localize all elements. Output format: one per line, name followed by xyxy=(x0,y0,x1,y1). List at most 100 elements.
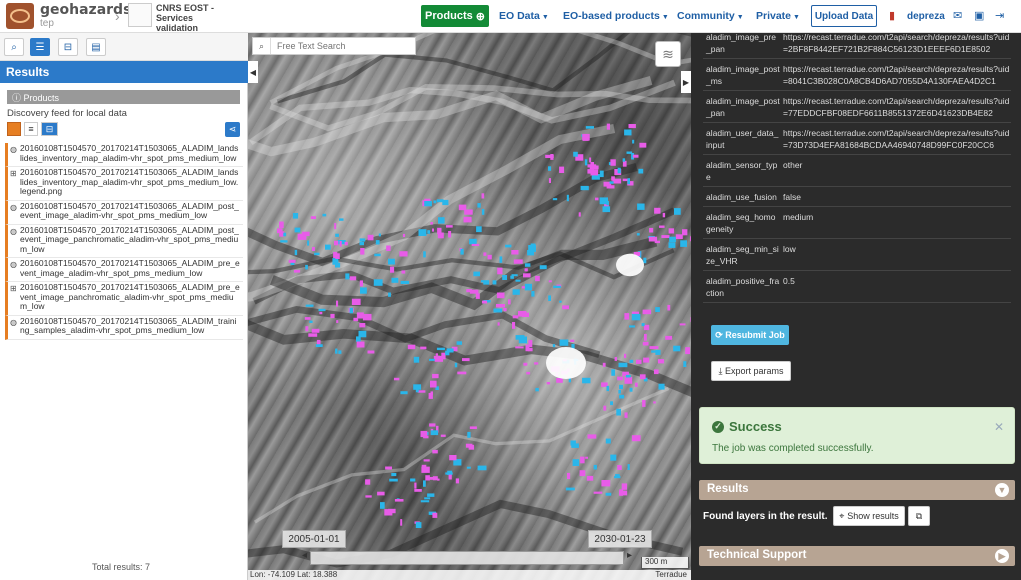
collapse-right-panel-icon[interactable]: ▶ xyxy=(681,71,691,93)
landslide-pixel xyxy=(429,423,436,427)
show-results-button[interactable]: ⌖ Show results xyxy=(833,506,905,526)
landslide-pixel xyxy=(483,280,490,285)
landslide-pixel xyxy=(669,236,676,242)
landslide-pixel xyxy=(315,344,323,347)
landslide-pixel xyxy=(435,353,438,356)
landslide-pixel xyxy=(294,227,301,233)
results-section-header[interactable]: Results ▼ xyxy=(699,480,1015,500)
landslide-pixel xyxy=(524,283,532,291)
globe-icon: ◍ xyxy=(10,317,17,327)
select-all-checkbox[interactable] xyxy=(7,122,21,136)
landslide-pixel xyxy=(638,168,644,174)
result-item[interactable]: ⊞ 20160108T1504570_20170214T1503065_ALADI… xyxy=(5,167,243,201)
layers-icon[interactable]: ≋ xyxy=(655,41,681,67)
result-item[interactable]: ⊞ 20160108T1504570_20170214T1503065_ALADI… xyxy=(5,282,243,316)
landslide-pixel xyxy=(621,483,628,490)
nav-eo-data[interactable]: EO Data ▼ xyxy=(499,10,549,22)
landslide-pixel xyxy=(610,454,617,461)
landslide-pixel xyxy=(334,240,339,246)
landslide-pixel xyxy=(503,308,507,311)
result-item[interactable]: ◍ 20160108T1504570_20170214T1503065_ALADI… xyxy=(5,258,243,282)
brand-logo[interactable] xyxy=(6,3,34,29)
landslide-pixel xyxy=(410,478,416,482)
result-item[interactable]: ◍ 20160108T1504570_20170214T1503065_ALADI… xyxy=(5,200,243,225)
community-name[interactable]: CNRS EOST - Services validation xyxy=(156,3,236,33)
nav-private[interactable]: Private ▼ xyxy=(756,10,800,22)
copy-icon[interactable]: ⧉ xyxy=(908,506,930,526)
landslide-pixel xyxy=(325,244,331,250)
landslide-pixel xyxy=(430,391,433,395)
landslide-pixel xyxy=(603,405,607,411)
resubmit-job-button[interactable]: ⟳ Resubmit Job xyxy=(711,325,789,345)
collapse-left-panel-icon[interactable]: ◀ xyxy=(248,61,258,83)
community-avatar[interactable] xyxy=(128,3,152,27)
upload-data-button[interactable]: Upload Data xyxy=(811,5,877,27)
landslide-pixel xyxy=(388,292,391,297)
archive-icon[interactable]: ▤ xyxy=(86,38,106,56)
landslide-pixel xyxy=(578,212,581,217)
nav-community[interactable]: Community ▼ xyxy=(677,10,744,22)
user-name[interactable]: depreza xyxy=(907,11,945,22)
list-view-icon[interactable]: ≡ xyxy=(24,122,38,136)
result-item[interactable]: ◍ 20160108T1504570_20170214T1503065_ALADI… xyxy=(5,315,243,340)
add-to-basket-icon[interactable]: ⊟ xyxy=(41,122,58,136)
landslide-pixel xyxy=(523,273,531,278)
map-attribution[interactable]: Terradue xyxy=(655,570,687,580)
export-params-button[interactable]: ⤓ Export params xyxy=(711,361,791,381)
date-end[interactable]: 2030-01-23 xyxy=(588,530,652,548)
landslide-pixel xyxy=(319,311,323,315)
landslide-pixel xyxy=(469,238,477,245)
envelope-icon[interactable]: ✉ xyxy=(953,9,962,22)
landslide-pixel xyxy=(632,154,639,158)
technical-support-header[interactable]: Technical Support ▶ xyxy=(699,546,1015,566)
landslide-pixel xyxy=(619,394,625,399)
close-icon[interactable]: ✕ xyxy=(994,420,1004,434)
show-results-label: Show results xyxy=(847,511,899,521)
ridge-line xyxy=(253,386,670,524)
free-text-search-input[interactable] xyxy=(271,41,411,51)
landslide-pixel xyxy=(553,285,561,288)
sign-out-icon[interactable]: ⇥ xyxy=(995,9,1004,22)
date-start[interactable]: 2005-01-01 xyxy=(282,530,346,548)
landslide-pixel xyxy=(579,470,586,477)
chevron-right-icon: › xyxy=(115,8,120,24)
nav-label: EO Data xyxy=(499,10,540,22)
nav-label: EO-based products xyxy=(563,10,660,22)
basket-icon[interactable]: ⊟ xyxy=(58,38,78,56)
share-icon[interactable]: ⋖ xyxy=(225,122,240,137)
caret-down-icon: ▼ xyxy=(736,14,744,21)
landslide-pixel xyxy=(413,356,420,363)
landslide-pixel xyxy=(429,358,436,361)
landslide-pixel xyxy=(467,431,471,438)
landslide-pixel xyxy=(384,509,393,516)
nav-eo-based-products[interactable]: EO-based products ▼ xyxy=(563,10,669,22)
timeline-right-arrow-icon[interactable]: ▸ xyxy=(627,550,632,561)
result-item[interactable]: ◍ 20160108T1504570_20170214T1503065_ALADI… xyxy=(5,143,243,167)
products-button[interactable]: Products ⊕ xyxy=(421,5,489,27)
landslide-pixel xyxy=(658,383,665,390)
landslide-pixel xyxy=(432,449,438,454)
book-icon[interactable]: ▮ xyxy=(889,9,895,22)
list-icon[interactable]: ☰ xyxy=(30,38,50,56)
landslide-pixel xyxy=(546,382,551,385)
documentation-icon[interactable]: ▣ xyxy=(974,9,984,22)
alert-title-text: Success xyxy=(729,419,782,434)
search-icon[interactable]: ⌕ xyxy=(4,38,24,56)
param-row: aladim_positive_fraction 0.5 xyxy=(703,271,1011,303)
resubmit-label: Resubmit Job xyxy=(725,330,785,340)
result-item[interactable]: ◍ 20160108T1504570_20170214T1503065_ALADI… xyxy=(5,224,243,258)
landslide-pixel xyxy=(464,209,473,215)
caret-down-icon: ▼ xyxy=(793,14,800,21)
result-item-title: 20160108T1504570_20170214T1503065_ALADIM… xyxy=(20,167,239,196)
landslide-pixel xyxy=(618,389,621,394)
map-view[interactable]: ⌕ ≋ ◀ ▶ 2005-01-01 2030-01-23 ◂ ▸ 300 m … xyxy=(248,33,691,580)
landslide-pixel xyxy=(308,333,318,337)
landslide-pixel xyxy=(305,326,309,332)
timeline-slider[interactable]: ◂ ▸ xyxy=(302,550,632,565)
landslide-pixel xyxy=(655,307,660,312)
landslide-pixel xyxy=(552,198,558,201)
landslide-pixel xyxy=(548,295,551,301)
param-value: medium xyxy=(783,212,814,222)
search-icon[interactable]: ⌕ xyxy=(253,38,271,54)
timeline-left-arrow-icon[interactable]: ◂ xyxy=(302,550,307,561)
